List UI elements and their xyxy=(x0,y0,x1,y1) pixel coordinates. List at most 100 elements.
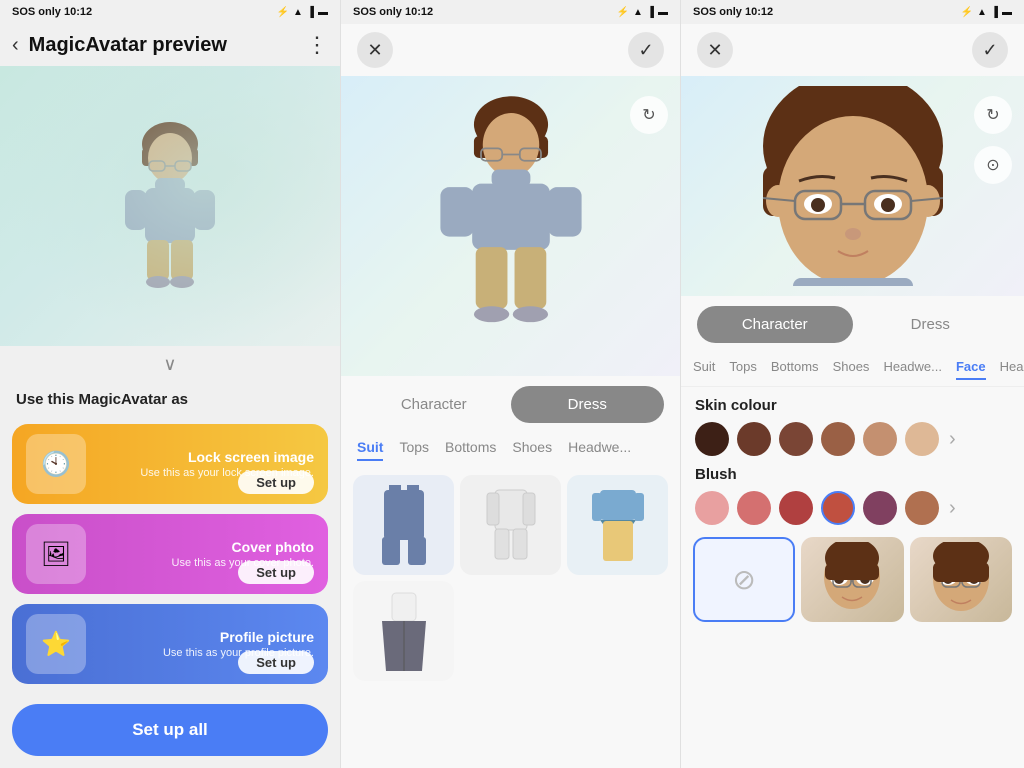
category-tops[interactable]: Tops xyxy=(399,439,429,461)
blush-label: Blush xyxy=(695,466,1010,483)
skin-colour-section: Skin colour › xyxy=(681,387,1024,460)
outfit-item-1[interactable] xyxy=(353,475,454,575)
card-list: 🕙 Lock screen image Use this as your loc… xyxy=(0,416,340,696)
p2-confirm-button[interactable]: ✓ xyxy=(628,32,664,68)
lock-screen-card: 🕙 Lock screen image Use this as your loc… xyxy=(12,424,328,504)
battery-icon-3: ▬ xyxy=(1002,7,1012,18)
signal-icon-2: ▐ xyxy=(647,7,654,18)
status-icons-2: ⚡ ▲ ▐ ▬ xyxy=(617,7,668,18)
status-time-1: SOS only 10:12 xyxy=(12,6,92,18)
skin-color-1[interactable] xyxy=(695,422,729,456)
blush-section: Blush › xyxy=(681,460,1024,529)
p2-side-icons: ↻ xyxy=(630,96,668,134)
panel-magic-avatar-preview: SOS only 10:12 ⚡ ▲ ▐ ▬ ‹ MagicAvatar pre… xyxy=(0,0,340,768)
category-bottoms[interactable]: Bottoms xyxy=(445,439,496,461)
p3-avatar-face-svg xyxy=(743,86,963,286)
category-scroll2: Suit Tops Bottoms Shoes Headwe... Face H… xyxy=(681,353,1024,387)
setup-all-button[interactable]: Set up all xyxy=(12,704,328,756)
wifi-icon: ▲ xyxy=(293,7,303,18)
skin-color-3[interactable] xyxy=(779,422,813,456)
status-bar-1: SOS only 10:12 ⚡ ▲ ▐ ▬ xyxy=(0,0,340,24)
p3-character-tab[interactable]: Character xyxy=(697,306,853,343)
status-time-3: SOS only 10:12 xyxy=(693,6,773,18)
category-shoes[interactable]: Shoes xyxy=(512,439,552,461)
p3-cat-bottoms[interactable]: Bottoms xyxy=(771,359,819,380)
char-dress-tabs2: Character Dress xyxy=(681,296,1024,353)
status-time-2: SOS only 10:12 xyxy=(353,6,433,18)
cover-photo-title: Cover photo xyxy=(96,539,314,555)
p3-cat-head[interactable]: Head xyxy=(1000,359,1024,380)
cover-photo-icon-area: 🖼 xyxy=(26,524,86,584)
status-bar-3: SOS only 10:12 ⚡ ▲ ▐ ▬ xyxy=(681,0,1024,24)
blush-color-5[interactable] xyxy=(863,491,897,525)
blush-color-more[interactable]: › xyxy=(949,497,956,520)
nfc-icon-3: ⚡ xyxy=(961,7,973,18)
signal-icon-3: ▐ xyxy=(991,7,998,18)
p3-dress-tab[interactable]: Dress xyxy=(853,306,1009,343)
outfit-item-3[interactable] xyxy=(567,475,668,575)
profile-picture-setup-button[interactable]: Set up xyxy=(238,651,314,674)
profile-picture-icon-area: ⭐ xyxy=(26,614,86,674)
outfit-grid xyxy=(341,467,680,689)
status-icons-3: ⚡ ▲ ▐ ▬ xyxy=(961,7,1012,18)
cover-photo-preview: 🖼 xyxy=(41,540,71,569)
skin-colour-label: Skin colour xyxy=(695,397,1010,414)
header-bar: ‹ MagicAvatar preview ⋮ xyxy=(0,24,340,66)
wifi-icon-2: ▲ xyxy=(633,7,643,18)
skin-color-more[interactable]: › xyxy=(949,428,956,451)
blush-color-1[interactable] xyxy=(695,491,729,525)
p2-rotate-button[interactable]: ↻ xyxy=(630,96,668,134)
face-preview-2 xyxy=(910,537,1012,622)
avatar-preview-svg xyxy=(115,106,225,306)
wifi-icon-3: ▲ xyxy=(977,7,987,18)
profile-picture-title: Profile picture xyxy=(96,629,314,645)
battery-icon: ▬ xyxy=(318,7,328,18)
p3-controls-bar: ✕ ✓ xyxy=(681,24,1024,76)
nfc-icon: ⚡ xyxy=(277,7,289,18)
skin-color-2[interactable] xyxy=(737,422,771,456)
menu-button[interactable]: ⋮ xyxy=(306,32,328,58)
p3-cat-suit[interactable]: Suit xyxy=(693,359,715,380)
blush-color-row: › xyxy=(695,491,1010,525)
category-headwear[interactable]: Headwe... xyxy=(568,439,631,461)
skin-color-6[interactable] xyxy=(905,422,939,456)
skin-color-4[interactable] xyxy=(821,422,855,456)
chevron-down[interactable]: ∨ xyxy=(0,346,340,383)
skin-color-5[interactable] xyxy=(863,422,897,456)
p3-rotate-button[interactable]: ↻ xyxy=(974,96,1012,134)
lock-screen-setup-button[interactable]: Set up xyxy=(238,471,314,494)
outfit-item-4[interactable] xyxy=(353,581,454,681)
p3-scan-button[interactable]: ⊙ xyxy=(974,146,1012,184)
p3-avatar-area: ↻ ⊙ xyxy=(681,76,1024,296)
face-option-2[interactable] xyxy=(910,537,1012,622)
p2-avatar-svg xyxy=(411,76,611,376)
nfc-icon-2: ⚡ xyxy=(617,7,629,18)
category-suit[interactable]: Suit xyxy=(357,439,383,461)
blush-color-6[interactable] xyxy=(905,491,939,525)
outfit-item-2[interactable] xyxy=(460,475,561,575)
p2-close-button[interactable]: ✕ xyxy=(357,32,393,68)
profile-picture-card: ⭐ Profile picture Use this as your profi… xyxy=(12,604,328,684)
p3-cat-headwear[interactable]: Headwe... xyxy=(883,359,942,380)
p3-cat-tops[interactable]: Tops xyxy=(729,359,756,380)
cover-photo-setup-button[interactable]: Set up xyxy=(238,561,314,584)
character-tab[interactable]: Character xyxy=(357,386,511,423)
p3-confirm-button[interactable]: ✓ xyxy=(972,32,1008,68)
signal-icon: ▐ xyxy=(307,7,314,18)
blush-color-2[interactable] xyxy=(737,491,771,525)
p3-close-button[interactable]: ✕ xyxy=(697,32,733,68)
lock-screen-title: Lock screen image xyxy=(96,449,314,465)
back-button[interactable]: ‹ xyxy=(12,34,19,57)
dress-tab[interactable]: Dress xyxy=(511,386,665,423)
panel-dress-editor: SOS only 10:12 ⚡ ▲ ▐ ▬ ✕ ✓ xyxy=(340,0,680,768)
face-preview-grid: ⊘ xyxy=(681,529,1024,630)
p2-avatar-area: ↻ xyxy=(341,76,680,376)
face-option-1[interactable] xyxy=(801,537,903,622)
p3-cat-shoes[interactable]: Shoes xyxy=(833,359,870,380)
page-title: MagicAvatar preview xyxy=(29,34,296,57)
p3-cat-face[interactable]: Face xyxy=(956,359,986,380)
blush-color-3[interactable] xyxy=(779,491,813,525)
blush-color-4[interactable] xyxy=(821,491,855,525)
face-none-option[interactable]: ⊘ xyxy=(693,537,795,622)
panel-face-editor: SOS only 10:12 ⚡ ▲ ▐ ▬ ✕ ✓ xyxy=(680,0,1024,768)
